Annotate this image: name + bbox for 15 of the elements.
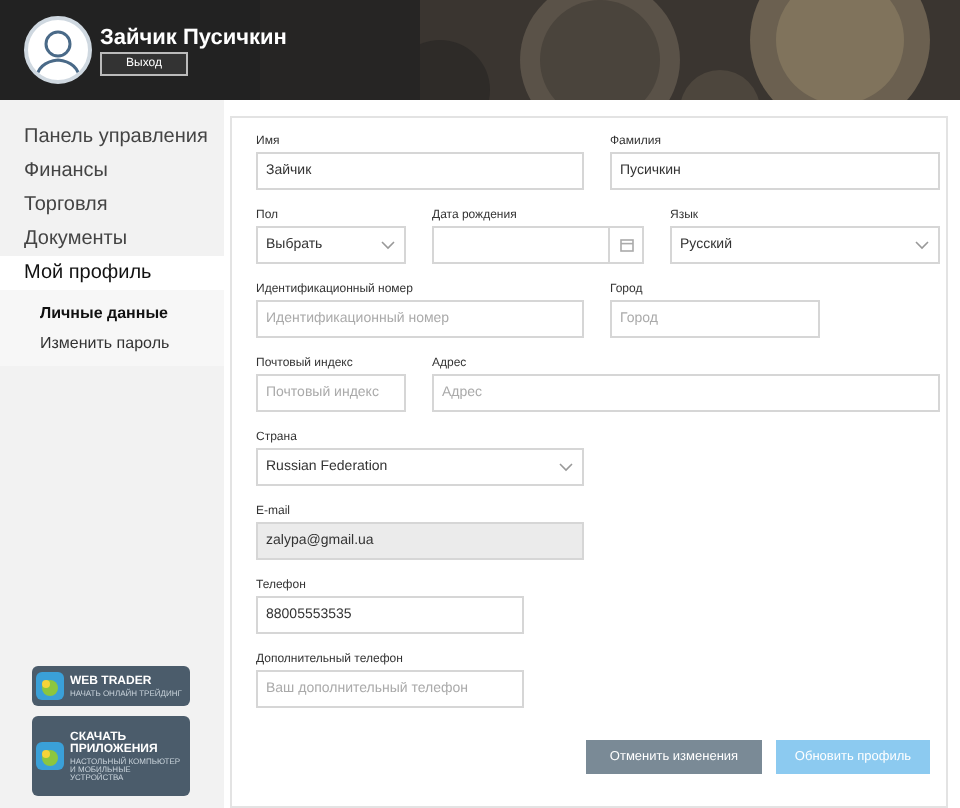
nav-item[interactable]: Панель управления xyxy=(0,120,224,154)
app-icon xyxy=(36,742,64,770)
chevron-down-icon xyxy=(380,240,396,250)
app-icon xyxy=(36,672,64,700)
calendar-icon xyxy=(619,238,633,252)
date-field[interactable] xyxy=(432,226,610,264)
nav-item[interactable]: Мой профиль xyxy=(0,256,224,290)
nav-item[interactable]: Документы xyxy=(0,222,224,256)
nav-item[interactable]: Торговля xyxy=(0,188,224,222)
chevron-down-icon xyxy=(558,462,574,472)
chevron-down-icon xyxy=(914,240,930,250)
subnav-item[interactable]: Личные данные xyxy=(0,298,224,328)
nav-item[interactable]: Финансы xyxy=(0,154,224,188)
subnav-item[interactable]: Изменить пароль xyxy=(0,328,224,358)
user-name: Зайчик Пусичкин xyxy=(100,24,287,54)
